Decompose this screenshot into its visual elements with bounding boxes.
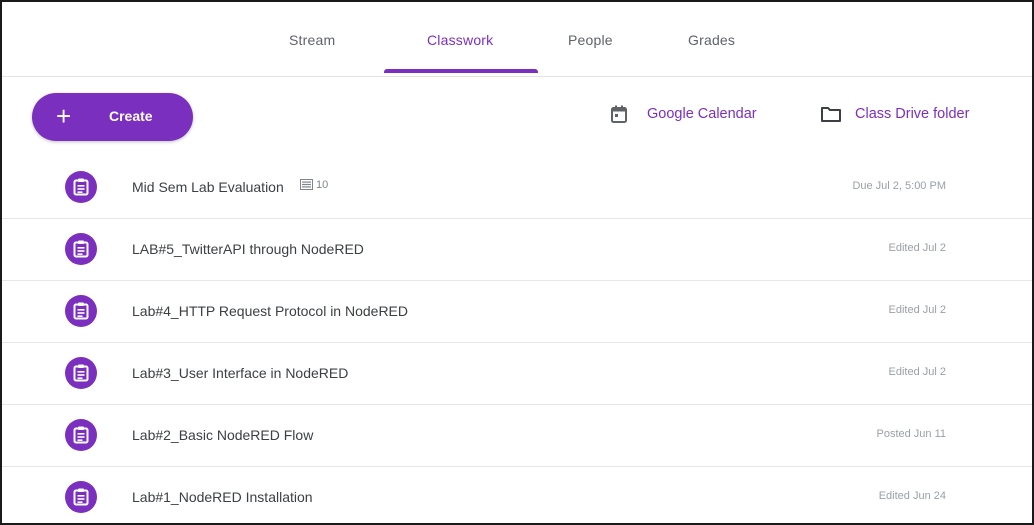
google-calendar-label: Google Calendar — [647, 106, 757, 122]
comment-count: 10 — [300, 179, 328, 191]
comment-icon — [300, 179, 313, 190]
tab-people[interactable]: People — [568, 32, 613, 48]
classwork-item[interactable]: Lab#1_NodeRED Installation Edited Jun 24 — [2, 466, 1032, 523]
google-calendar-link[interactable]: Google Calendar — [610, 105, 800, 126]
comment-count-value: 10 — [316, 179, 329, 191]
classwork-item[interactable]: Lab#3_User Interface in NodeRED Edited J… — [2, 342, 1032, 405]
item-title: Lab#1_NodeRED Installation — [132, 489, 313, 505]
classwork-item[interactable]: Mid Sem Lab Evaluation 10 Due Jul 2, 5:0… — [2, 156, 1032, 219]
assignment-icon — [65, 419, 97, 451]
item-title: Lab#2_Basic NodeRED Flow — [132, 427, 314, 443]
tab-stream[interactable]: Stream — [289, 32, 335, 48]
item-meta: Edited Jul 2 — [888, 242, 946, 254]
classwork-item[interactable]: Lab#2_Basic NodeRED Flow Posted Jun 11 — [2, 404, 1032, 467]
item-title: LAB#5_TwitterAPI through NodeRED — [132, 241, 364, 257]
assignment-icon — [65, 481, 97, 513]
create-button[interactable]: + Create — [32, 93, 193, 141]
item-meta: Posted Jun 11 — [876, 428, 946, 440]
assignment-icon — [65, 233, 97, 265]
folder-icon — [821, 107, 841, 122]
tab-grades[interactable]: Grades — [688, 32, 735, 48]
plus-icon: + — [56, 101, 72, 131]
item-meta: Edited Jul 2 — [888, 366, 946, 378]
calendar-icon — [611, 105, 627, 123]
tab-bar: Stream Classwork People Grades — [2, 2, 1032, 77]
class-drive-folder-link[interactable]: Class Drive folder — [820, 106, 1020, 126]
item-title: Lab#4_HTTP Request Protocol in NodeRED — [132, 303, 409, 319]
item-title: Lab#3_User Interface in NodeRED — [132, 365, 349, 381]
assignment-icon — [65, 295, 97, 327]
assignment-icon — [65, 357, 97, 389]
create-button-label: Create — [109, 108, 153, 124]
classwork-item[interactable]: Lab#4_HTTP Request Protocol in NodeRED E… — [2, 280, 1032, 343]
item-title: Mid Sem Lab Evaluation — [132, 179, 284, 195]
item-meta: Edited Jul 2 — [888, 304, 946, 316]
item-meta: Due Jul 2, 5:00 PM — [852, 180, 946, 192]
class-drive-folder-label: Class Drive folder — [855, 106, 970, 122]
classroom-window: Stream Classwork People Grades + Create … — [0, 0, 1034, 525]
item-meta: Edited Jun 24 — [878, 490, 946, 502]
assignment-icon — [65, 171, 97, 203]
tab-classwork[interactable]: Classwork — [427, 32, 493, 48]
classwork-item[interactable]: LAB#5_TwitterAPI through NodeRED Edited … — [2, 218, 1032, 281]
active-tab-indicator — [384, 69, 538, 73]
